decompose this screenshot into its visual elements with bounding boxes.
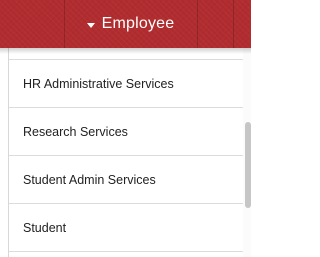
caret-down-icon <box>86 22 95 28</box>
header-shadow <box>0 48 251 54</box>
menu-item-label: Student <box>23 220 67 235</box>
menu-item-student[interactable]: Student <box>9 204 243 252</box>
menu-item-partial[interactable] <box>9 252 243 257</box>
menu-header-bar: Employee <box>0 0 251 48</box>
employee-dropdown-menu: HR Administrative Services Research Serv… <box>8 48 251 257</box>
menu-item-label: Research Services <box>23 124 128 139</box>
header-divider <box>233 0 234 48</box>
scrollbar-thumb[interactable] <box>245 122 251 208</box>
menu-item-research-services[interactable]: Research Services <box>9 108 243 156</box>
header-divider <box>197 0 198 48</box>
employee-menu-toggle[interactable]: Employee <box>64 0 197 48</box>
menu-item-hr-administrative-services[interactable]: HR Administrative Services <box>9 60 243 108</box>
menu-item-label: Student Admin Services <box>23 172 156 187</box>
menu-title: Employee <box>101 15 175 32</box>
menu-item-student-admin-services[interactable]: Student Admin Services <box>9 156 243 204</box>
menu-item-label: HR Administrative Services <box>23 76 174 91</box>
dropdown-screenshot: Employee HR Administrative Services Rese… <box>0 0 251 257</box>
